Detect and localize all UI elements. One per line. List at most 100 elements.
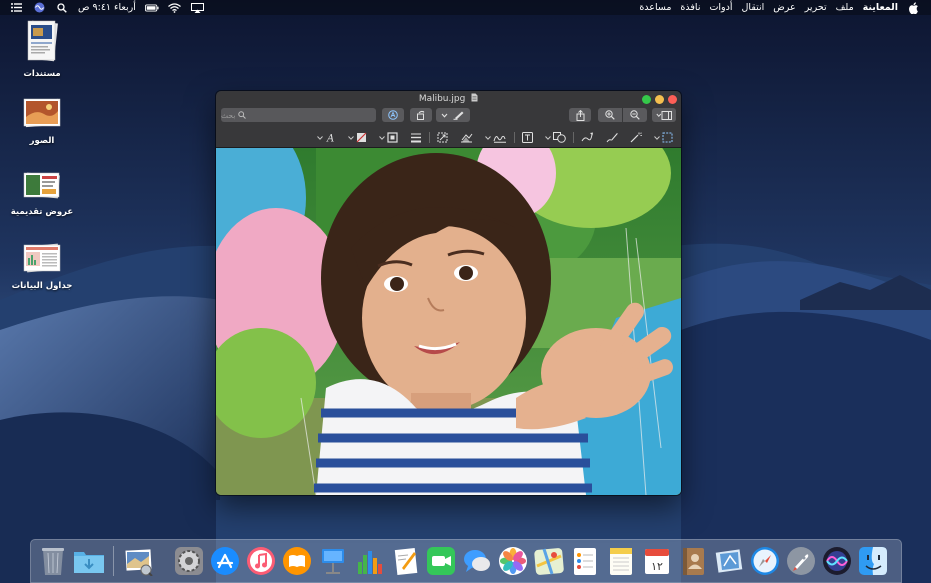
window-toolbar: Malibu.jpg بحث A	[216, 91, 681, 148]
dock-siri[interactable]	[820, 544, 854, 578]
chevron-down-icon	[654, 135, 660, 140]
menu-view[interactable]: عرض	[773, 0, 795, 15]
dock-finder[interactable]	[856, 544, 890, 578]
sketch-button[interactable]	[604, 129, 620, 147]
desktop-icon-label: الصور	[29, 136, 55, 146]
toolbar-divider	[573, 132, 574, 143]
text-style-icon: A	[326, 134, 334, 144]
photos-stack-icon	[23, 98, 61, 128]
document-proxy-icon[interactable]	[471, 93, 478, 102]
dock-system-preferences[interactable]	[172, 544, 206, 578]
keynote-icon	[322, 549, 344, 574]
svg-text:١٢: ١٢	[651, 560, 663, 573]
reminders-icon	[574, 548, 596, 575]
shapes-button[interactable]	[543, 129, 568, 147]
menu-window[interactable]: نافذة	[680, 0, 700, 15]
dock-reminders[interactable]	[568, 544, 602, 578]
spotlight-icon[interactable]	[55, 2, 69, 13]
dock-contacts[interactable]	[676, 544, 710, 578]
apple-icon[interactable]	[907, 1, 921, 14]
chevron-down-icon	[348, 135, 354, 140]
draw-icon	[581, 132, 593, 142]
dock-notes[interactable]	[604, 544, 638, 578]
battery-icon[interactable]	[144, 2, 159, 13]
menu-tools[interactable]: أدوات	[709, 0, 732, 15]
notification-center-icon[interactable]	[9, 2, 23, 13]
menu-file[interactable]: ملف	[836, 0, 854, 15]
adjust-color-button[interactable]	[458, 129, 475, 147]
selection-tool-button[interactable]	[652, 129, 675, 147]
dock-messages[interactable]	[460, 544, 494, 578]
desktop-stack-documents[interactable]: مستندات	[7, 20, 77, 79]
dock-safari[interactable]	[748, 544, 782, 578]
share-button[interactable]	[569, 108, 591, 122]
dock-preview[interactable]	[121, 544, 155, 578]
rotate-button[interactable]	[410, 108, 432, 122]
markup-toolbar-toggle-button[interactable]	[382, 108, 404, 122]
draw-button[interactable]	[579, 129, 596, 147]
search-field[interactable]: بحث	[221, 108, 376, 122]
desktop-icon-label: جداول البيانات	[11, 281, 73, 291]
instant-alpha-button[interactable]	[628, 129, 644, 147]
desktop-stack-photos[interactable]: الصور	[7, 97, 77, 146]
desktop-icon-label: مستندات	[23, 69, 61, 79]
wifi-icon[interactable]	[168, 2, 182, 13]
dock-photos[interactable]	[496, 544, 530, 578]
svg-text:A: A	[326, 134, 334, 144]
safari-icon	[751, 547, 779, 575]
dock-app-store[interactable]	[208, 544, 242, 578]
zoom-out-button[interactable]	[623, 108, 647, 122]
window-title: Malibu.jpg	[216, 93, 681, 104]
preview-icon	[125, 549, 153, 576]
zoom-window-button[interactable]	[642, 95, 651, 104]
airplay-icon[interactable]	[191, 2, 205, 13]
menu-go[interactable]: انتقال	[742, 0, 765, 15]
zoom-in-button[interactable]	[598, 108, 622, 122]
dock-pages[interactable]	[388, 544, 422, 578]
fill-color-button[interactable]	[346, 129, 369, 147]
highlight-button[interactable]	[436, 108, 470, 122]
shape-style-button[interactable]	[408, 129, 424, 147]
minimize-window-button[interactable]	[655, 95, 664, 104]
itunes-icon	[247, 547, 275, 575]
dock-maps[interactable]	[532, 544, 566, 578]
menu-help[interactable]: مساعدة	[639, 0, 671, 15]
share-icon	[576, 109, 584, 121]
border-color-icon	[387, 132, 398, 143]
shapes-icon	[553, 132, 566, 143]
menu-app-preview[interactable]: المعاينة	[863, 0, 898, 15]
border-color-button[interactable]	[377, 129, 400, 147]
books-icon	[283, 547, 311, 575]
dock-calendar[interactable]: ١٢	[640, 544, 674, 578]
dock-books[interactable]	[280, 544, 314, 578]
menu-edit[interactable]: تحرير	[805, 0, 827, 15]
dock-facetime[interactable]	[424, 544, 458, 578]
contacts-icon	[683, 548, 704, 575]
dock-keynote[interactable]	[316, 544, 350, 578]
desktop-stack-presentations[interactable]: عروض تقديمية	[7, 170, 77, 217]
dock-trash[interactable]	[36, 544, 70, 578]
dock-downloads[interactable]	[72, 544, 106, 578]
sidebar-button[interactable]	[652, 108, 676, 122]
dock-mail[interactable]	[712, 544, 746, 578]
system-preferences-icon	[175, 547, 203, 575]
siri-icon[interactable]	[32, 2, 46, 13]
adjust-size-button[interactable]	[435, 129, 450, 147]
sign-button[interactable]	[483, 129, 509, 147]
numbers-icon	[358, 551, 382, 574]
app-store-icon	[211, 547, 239, 575]
dock-itunes[interactable]	[244, 544, 278, 578]
chevron-down-icon	[441, 113, 448, 118]
trash-icon	[42, 548, 64, 575]
text-tool-button[interactable]	[520, 129, 535, 147]
dock-launchpad[interactable]	[784, 544, 818, 578]
instant-alpha-icon	[630, 132, 642, 143]
close-window-button[interactable]	[668, 95, 677, 104]
text-style-button[interactable]: A	[315, 129, 338, 147]
sign-icon	[493, 135, 506, 143]
adjust-size-icon	[437, 132, 448, 143]
dock: ١٢	[30, 539, 902, 583]
desktop-stack-spreadsheets[interactable]: جداول البيانات	[7, 242, 77, 291]
dock-numbers[interactable]	[352, 544, 386, 578]
menubar-clock[interactable]: أربعاء ٩:٤١ ص	[78, 0, 136, 15]
